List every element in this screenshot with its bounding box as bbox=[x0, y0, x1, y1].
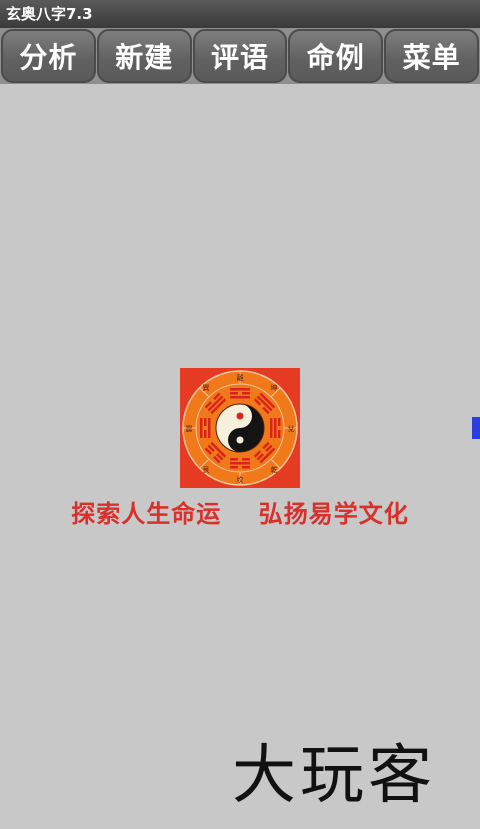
trigram-label: 震 bbox=[186, 425, 193, 433]
watermark-logo: 大玩客 bbox=[232, 739, 436, 813]
side-drawer-handle[interactable] bbox=[472, 417, 480, 439]
comments-button[interactable]: 评语 bbox=[192, 29, 288, 83]
trigram-label: 離 bbox=[237, 373, 244, 382]
trigram-label: 坎 bbox=[237, 475, 244, 484]
app-title-bar: 玄奥八字7.3 bbox=[0, 0, 480, 28]
trigram-label: 艮 bbox=[203, 466, 210, 474]
app-title: 玄奥八字7.3 bbox=[6, 5, 93, 23]
trigram-label: 坤 bbox=[271, 383, 278, 392]
analyze-button[interactable]: 分析 bbox=[1, 29, 96, 83]
trigram-label: 乾 bbox=[271, 465, 278, 474]
examples-button[interactable]: 命例 bbox=[288, 29, 384, 83]
main-toolbar: 分析 新建 评语 命例 菜单 bbox=[0, 28, 480, 84]
bagua-yin-yang-icon: 離 坤 兌 乾 坎 艮 震 巽 bbox=[180, 368, 300, 488]
trigram-label: 巽 bbox=[203, 384, 210, 392]
new-chart-button[interactable]: 新建 bbox=[96, 29, 192, 83]
bagua-logo: 離 坤 兌 乾 坎 艮 震 巽 bbox=[180, 368, 300, 488]
menu-button[interactable]: 菜单 bbox=[384, 29, 479, 83]
slogan-text: 探索人生命运 弘扬易学文化 bbox=[71, 500, 409, 528]
trigram-label: 兌 bbox=[288, 424, 295, 433]
